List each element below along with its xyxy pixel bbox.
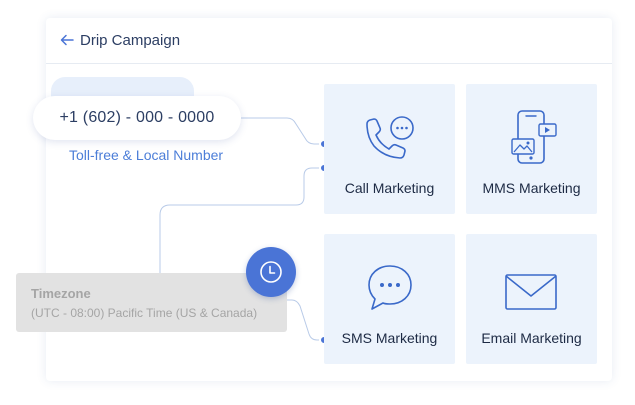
timezone-value: (UTC - 08:00) Pacific Time (US & Canada): [31, 306, 258, 320]
chat-bubble-icon: [368, 265, 412, 310]
clock-icon: [260, 261, 282, 283]
timezone-label: Timezone: [31, 286, 91, 301]
tile-label: Email Marketing: [481, 330, 582, 346]
tile-mms-marketing[interactable]: MMS Marketing: [466, 84, 597, 214]
phone-number-type: Toll-free & Local Number: [69, 147, 224, 163]
tile-call-marketing[interactable]: Call Marketing: [324, 84, 455, 214]
tile-sms-marketing[interactable]: SMS Marketing: [324, 234, 455, 364]
timezone-box[interactable]: Timezone (UTC - 08:00) Pacific Time (US …: [16, 273, 287, 332]
envelope-icon: [505, 274, 557, 310]
tile-email-marketing[interactable]: Email Marketing: [466, 234, 597, 364]
tile-label: Call Marketing: [344, 180, 435, 196]
tile-label: SMS Marketing: [341, 330, 438, 346]
clock-badge: [246, 247, 296, 297]
phone-number-pill[interactable]: +1 (602) - 000 - 0000: [33, 96, 241, 140]
tile-label: MMS Marketing: [482, 180, 581, 196]
mobile-media-icon: [511, 110, 557, 164]
phone-chat-icon: [366, 116, 414, 159]
